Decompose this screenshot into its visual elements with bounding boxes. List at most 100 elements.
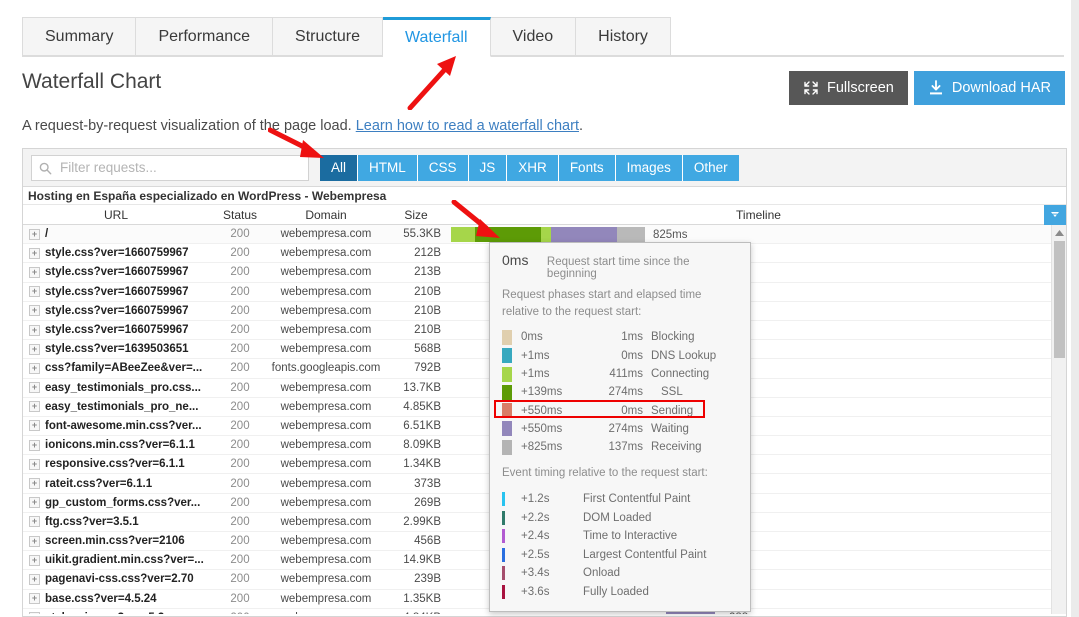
filter-fonts[interactable]: Fonts xyxy=(558,154,616,181)
event-time: +3.4s xyxy=(521,567,550,580)
tab-history[interactable]: History xyxy=(576,17,671,56)
expand-icon[interactable]: + xyxy=(29,612,40,614)
phase-start: +550ms xyxy=(521,422,563,435)
row-domain: webempresa.com xyxy=(280,228,372,241)
tab-video[interactable]: Video xyxy=(490,17,577,56)
fullscreen-button[interactable]: Fullscreen xyxy=(788,71,908,105)
expand-icon[interactable]: + xyxy=(29,573,40,585)
page-actions: Fullscreen Download HAR xyxy=(788,71,1065,105)
event-time: +3.6s xyxy=(521,585,550,598)
expand-icon[interactable]: + xyxy=(29,266,40,278)
event-swatch-fully-loaded xyxy=(502,584,505,599)
column-header-status[interactable]: Status xyxy=(209,205,271,224)
search-input[interactable] xyxy=(58,159,308,176)
bar-waiting xyxy=(551,227,617,242)
filter-requests-field[interactable] xyxy=(31,154,309,181)
row-url: + ftg.css?ver=3.5.1 xyxy=(23,513,209,531)
row-size: 210B xyxy=(414,324,441,337)
expand-icon[interactable]: + xyxy=(29,535,40,547)
expand-icon[interactable]: + xyxy=(29,420,40,432)
expand-icon[interactable]: + xyxy=(29,324,40,336)
column-header-domain[interactable]: Domain xyxy=(271,205,381,224)
tab-waterfall-label: Waterfall xyxy=(404,29,468,46)
filter-html[interactable]: HTML xyxy=(358,154,418,181)
row-url: + easy_testimonials_pro.css... xyxy=(23,379,209,397)
row-url-label: css?family=ABeeZee&ver=... xyxy=(45,362,203,375)
row-url-label: responsive.css?ver=6.1.1 xyxy=(45,458,185,471)
column-header-url[interactable]: URL xyxy=(23,205,209,224)
tooltip-event-row: +2.4s Time to Interactive xyxy=(502,527,738,546)
row-url-label: style.css?ver=1639503651 xyxy=(45,343,189,356)
row-status: 200 xyxy=(230,515,250,528)
event-name: First Contentful Paint xyxy=(583,493,691,506)
row-url-label: ionicons.min.css?ver=6.1.1 xyxy=(45,439,195,452)
expand-icon[interactable]: + xyxy=(29,439,40,451)
tab-performance[interactable]: Performance xyxy=(136,17,274,56)
expand-icon[interactable]: + xyxy=(29,286,40,298)
tooltip-start-time: 0ms xyxy=(502,252,529,268)
tooltip-header: 0ms Request start time since the beginni… xyxy=(502,252,738,280)
phase-start: +1ms xyxy=(521,349,550,362)
expand-icon[interactable]: + xyxy=(29,382,40,394)
phase-duration: 137ms xyxy=(608,441,643,454)
filter-images[interactable]: Images xyxy=(615,154,683,181)
row-domain: webempresa.com xyxy=(280,535,372,548)
row-url-label: easy_testimonials_pro.css... xyxy=(45,381,201,394)
filter-css[interactable]: CSS xyxy=(417,154,469,181)
expand-icon[interactable]: + xyxy=(29,593,40,605)
tab-waterfall[interactable]: Waterfall xyxy=(382,17,491,57)
scroll-up-arrow[interactable] xyxy=(1052,225,1066,240)
phase-name: DNS Lookup xyxy=(651,349,717,362)
expand-icon[interactable]: + xyxy=(29,305,40,317)
row-url: + easy_testimonials_pro_ne... xyxy=(23,398,209,416)
row-url: + base.css?ver=4.5.24 xyxy=(23,590,209,608)
row-size: 2.99KB xyxy=(403,515,441,528)
row-domain: webempresa.com xyxy=(280,285,372,298)
vertical-scrollbar[interactable] xyxy=(1051,225,1066,614)
filter-other[interactable]: Other xyxy=(682,154,739,181)
column-options-button[interactable] xyxy=(1044,205,1066,225)
expand-icon[interactable]: + xyxy=(29,401,40,413)
filter-all[interactable]: All xyxy=(320,154,359,181)
tooltip-event-row: +3.4s Onload xyxy=(502,564,738,583)
expand-icon[interactable]: + xyxy=(29,247,40,259)
expand-icon[interactable]: + xyxy=(29,554,40,566)
row-url: + style.css?ver=1660759967 xyxy=(23,244,209,262)
waterfall-help-link[interactable]: Learn how to read a waterfall chart xyxy=(356,118,579,134)
row-status: 200 xyxy=(230,343,250,356)
filter-xhr[interactable]: XHR xyxy=(507,154,559,181)
row-url-label: pagenavi-css.css?ver=2.70 xyxy=(45,573,194,586)
row-url: + / xyxy=(23,225,209,243)
row-url: + style.css?ver=1660759967 xyxy=(23,283,209,301)
filter-js[interactable]: JS xyxy=(468,154,508,181)
phase-name: Sending xyxy=(651,404,694,417)
download-har-button[interactable]: Download HAR xyxy=(913,71,1065,105)
expand-icon[interactable]: + xyxy=(29,228,40,240)
event-name: Fully Loaded xyxy=(583,585,649,598)
event-swatch-largest-contentful-paint xyxy=(502,547,505,562)
filter-html-label: HTML xyxy=(369,160,406,175)
expand-icon[interactable]: + xyxy=(29,497,40,509)
expand-icon[interactable]: + xyxy=(29,362,40,374)
row-size: 210B xyxy=(414,285,441,298)
column-header-size[interactable]: Size xyxy=(381,205,451,224)
tab-summary[interactable]: Summary xyxy=(22,17,137,56)
tab-structure[interactable]: Structure xyxy=(273,17,383,56)
row-status: 200 xyxy=(230,247,250,260)
row-url-label: font-awesome.min.css?ver... xyxy=(45,419,202,432)
expand-icon[interactable]: + xyxy=(29,516,40,528)
row-timeline[interactable]: 825ms xyxy=(451,225,1066,243)
row-domain: webempresa.com xyxy=(280,573,372,586)
row-url-label: style.css?ver=1660759967 xyxy=(45,304,189,317)
row-domain: webempresa.com xyxy=(280,458,372,471)
page-right-edge xyxy=(1071,0,1079,617)
row-size: 1.34KB xyxy=(403,458,441,471)
scrollbar-thumb[interactable] xyxy=(1054,241,1065,358)
column-header-timeline[interactable]: Timeline xyxy=(451,205,1066,224)
row-domain: webempresa.com xyxy=(280,324,372,337)
tooltip-phase-row: +1ms 411ms Connecting xyxy=(502,365,738,383)
row-size: 8.09KB xyxy=(403,439,441,452)
expand-icon[interactable]: + xyxy=(29,343,40,355)
expand-icon[interactable]: + xyxy=(29,458,40,470)
expand-icon[interactable]: + xyxy=(29,478,40,490)
